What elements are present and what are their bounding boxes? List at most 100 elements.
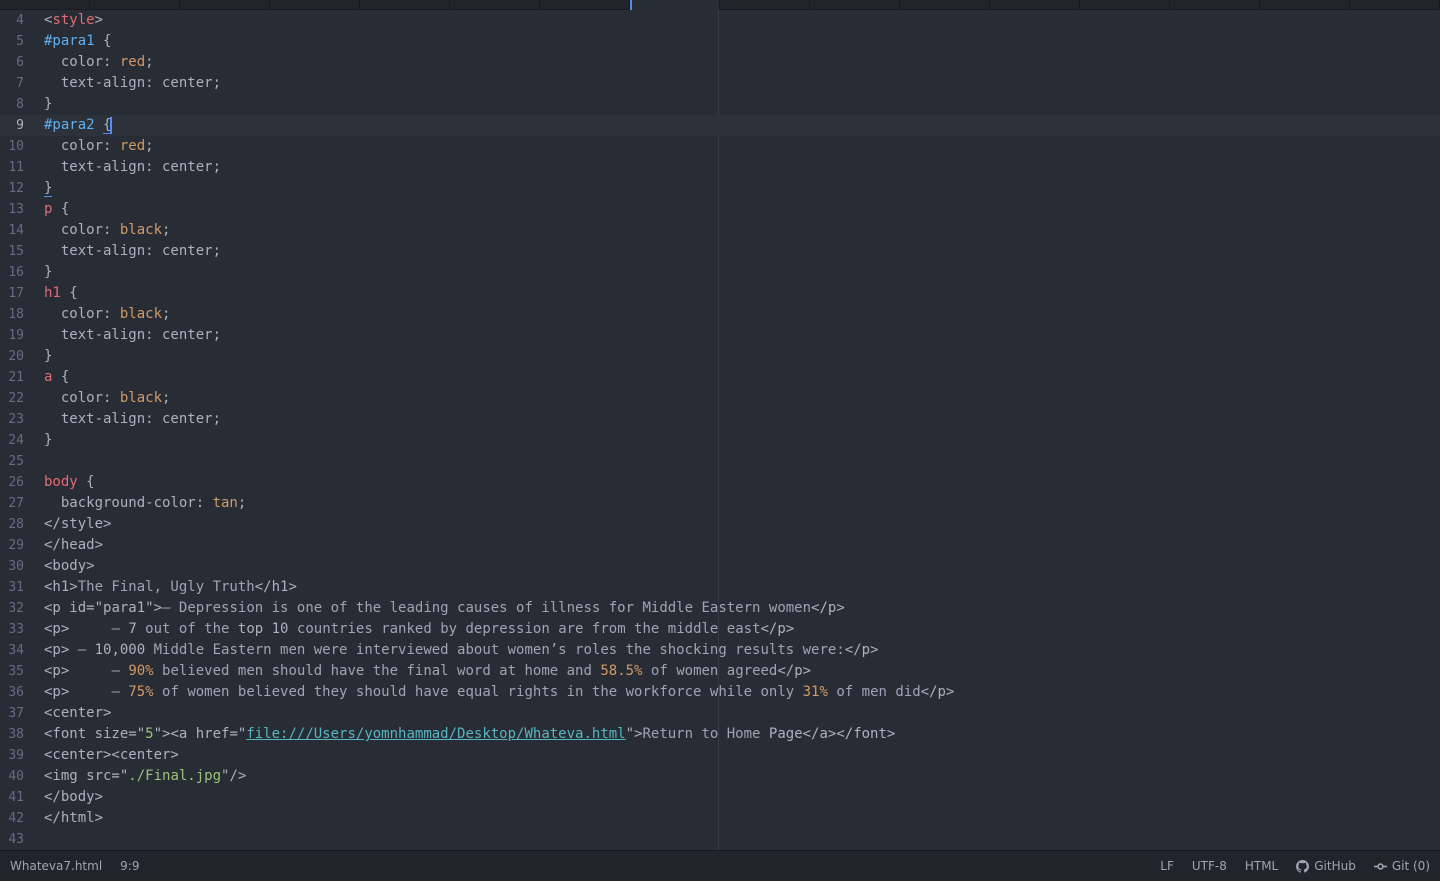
line-content[interactable]: text-align: center; xyxy=(44,73,1440,94)
line-content[interactable]: #para2 { xyxy=(44,115,1440,136)
tab[interactable] xyxy=(720,0,810,10)
code-line[interactable]: 36 <p> – 75% of women believed they shoul… xyxy=(0,682,1440,703)
line-content[interactable]: </html> xyxy=(44,808,1440,829)
line-number[interactable]: 18 xyxy=(0,304,44,325)
code-line[interactable]: 26 body { xyxy=(0,472,1440,493)
line-content[interactable]: <p> – 75% of women believed they should … xyxy=(44,682,1440,703)
tab[interactable] xyxy=(1350,0,1440,10)
code-line[interactable]: 12} xyxy=(0,178,1440,199)
code-line[interactable]: 30 <body> xyxy=(0,556,1440,577)
code-line[interactable]: 41 </body> xyxy=(0,787,1440,808)
code-line[interactable]: 21 a { xyxy=(0,367,1440,388)
code-line[interactable]: 32 <p id="para1">– Depression is one of t… xyxy=(0,598,1440,619)
line-number[interactable]: 40 xyxy=(0,766,44,787)
line-number[interactable]: 36 xyxy=(0,682,44,703)
line-number[interactable]: 12 xyxy=(0,178,44,199)
line-number[interactable]: 41 xyxy=(0,787,44,808)
code-token[interactable]: file:///Users/yomnhammad/Desktop/Whateva… xyxy=(246,726,625,742)
line-content[interactable]: </head> xyxy=(44,535,1440,556)
tab[interactable] xyxy=(270,0,360,10)
code-line[interactable]: 17 h1 { xyxy=(0,283,1440,304)
code-line[interactable]: 4 <style> xyxy=(0,10,1440,31)
line-content[interactable]: </style> xyxy=(44,514,1440,535)
code-line[interactable]: 15 text-align: center; xyxy=(0,241,1440,262)
tab[interactable] xyxy=(1170,0,1260,10)
line-number[interactable]: 30 xyxy=(0,556,44,577)
line-content[interactable]: <img src="./Final.jpg"/> xyxy=(44,766,1440,787)
line-content[interactable]: h1 { xyxy=(44,283,1440,304)
line-content[interactable]: p { xyxy=(44,199,1440,220)
code-line[interactable]: 43 xyxy=(0,829,1440,850)
line-content[interactable]: <h1>The Final, Ugly Truth</h1> xyxy=(44,577,1440,598)
line-number[interactable]: 34 xyxy=(0,640,44,661)
code-line[interactable]: 13 p { xyxy=(0,199,1440,220)
line-number[interactable]: 24 xyxy=(0,430,44,451)
line-content[interactable]: text-align: center; xyxy=(44,409,1440,430)
tab[interactable] xyxy=(360,0,450,10)
line-number[interactable]: 35 xyxy=(0,661,44,682)
line-content[interactable]: text-align: center; xyxy=(44,325,1440,346)
line-number[interactable]: 38 xyxy=(0,724,44,745)
git-button[interactable]: Git (0) xyxy=(1373,859,1430,873)
line-content[interactable]: <p> – 90% believed men should have the f… xyxy=(44,661,1440,682)
code-editor[interactable]: 4 <style> 5 #para1 {6 color: red; 7 text-ali… xyxy=(0,10,1440,850)
line-number[interactable]: 31 xyxy=(0,577,44,598)
tab[interactable] xyxy=(180,0,270,10)
line-content[interactable]: background-color: tan; xyxy=(44,493,1440,514)
line-content[interactable]: <p> – 10,000 Middle Eastern men were int… xyxy=(44,640,1440,661)
tab[interactable] xyxy=(1260,0,1350,10)
code-line[interactable]: 24} xyxy=(0,430,1440,451)
line-number[interactable]: 43 xyxy=(0,829,44,850)
line-content[interactable]: } xyxy=(44,430,1440,451)
tab[interactable] xyxy=(810,0,900,10)
code-lines[interactable]: 4 <style> 5 #para1 {6 color: red; 7 text-ali… xyxy=(0,10,1440,850)
file-name-label[interactable]: Whateva7.html xyxy=(10,859,102,873)
tab[interactable] xyxy=(1080,0,1170,10)
line-number[interactable]: 8 xyxy=(0,94,44,115)
line-content[interactable]: #para1 { xyxy=(44,31,1440,52)
line-content[interactable]: </body> xyxy=(44,787,1440,808)
code-line[interactable]: 14 color: black; xyxy=(0,220,1440,241)
code-line[interactable]: 35 <p> – 90% believed men should have the… xyxy=(0,661,1440,682)
line-content[interactable]: <p id="para1">– Depression is one of the… xyxy=(44,598,1440,619)
line-number[interactable]: 23 xyxy=(0,409,44,430)
code-line[interactable]: 8} xyxy=(0,94,1440,115)
line-content[interactable]: <center><center> xyxy=(44,745,1440,766)
code-line[interactable]: 42 </html> xyxy=(0,808,1440,829)
tab[interactable] xyxy=(990,0,1080,10)
line-number[interactable]: 9 xyxy=(0,115,44,136)
line-content[interactable]: <font size="5"><a href="file:///Users/yo… xyxy=(44,724,1440,745)
encoding-selector[interactable]: UTF-8 xyxy=(1192,859,1227,873)
line-number[interactable]: 5 xyxy=(0,31,44,52)
line-content[interactable]: } xyxy=(44,346,1440,367)
line-content[interactable]: color: black; xyxy=(44,220,1440,241)
line-content[interactable]: a { xyxy=(44,367,1440,388)
line-number[interactable]: 29 xyxy=(0,535,44,556)
line-number[interactable]: 27 xyxy=(0,493,44,514)
line-number[interactable]: 26 xyxy=(0,472,44,493)
line-content[interactable]: } xyxy=(44,178,1440,199)
line-content[interactable]: text-align: center; xyxy=(44,157,1440,178)
code-line[interactable]: 11 text-align: center; xyxy=(0,157,1440,178)
code-line[interactable]: 34 <p> – 10,000 Middle Eastern men were i… xyxy=(0,640,1440,661)
code-line[interactable]: 10 color: red; xyxy=(0,136,1440,157)
line-content[interactable]: } xyxy=(44,94,1440,115)
line-content[interactable]: color: red; xyxy=(44,136,1440,157)
line-number[interactable]: 15 xyxy=(0,241,44,262)
line-ending-selector[interactable]: LF xyxy=(1160,859,1174,873)
line-content[interactable]: color: red; xyxy=(44,52,1440,73)
line-number[interactable]: 28 xyxy=(0,514,44,535)
code-line[interactable]: 29 </head> xyxy=(0,535,1440,556)
code-line[interactable]: 22 color: black; xyxy=(0,388,1440,409)
line-number[interactable]: 17 xyxy=(0,283,44,304)
line-number[interactable]: 13 xyxy=(0,199,44,220)
line-content[interactable]: } xyxy=(44,262,1440,283)
line-number[interactable]: 39 xyxy=(0,745,44,766)
line-content[interactable]: color: black; xyxy=(44,388,1440,409)
code-line[interactable]: 38 <font size="5"><a href="file:///Users/… xyxy=(0,724,1440,745)
cursor-position[interactable]: 9:9 xyxy=(120,859,139,873)
code-line[interactable]: 31 <h1>The Final, Ugly Truth</h1> xyxy=(0,577,1440,598)
code-line[interactable]: 18 color: black; xyxy=(0,304,1440,325)
code-line[interactable]: 20} xyxy=(0,346,1440,367)
line-content[interactable] xyxy=(44,829,1440,850)
